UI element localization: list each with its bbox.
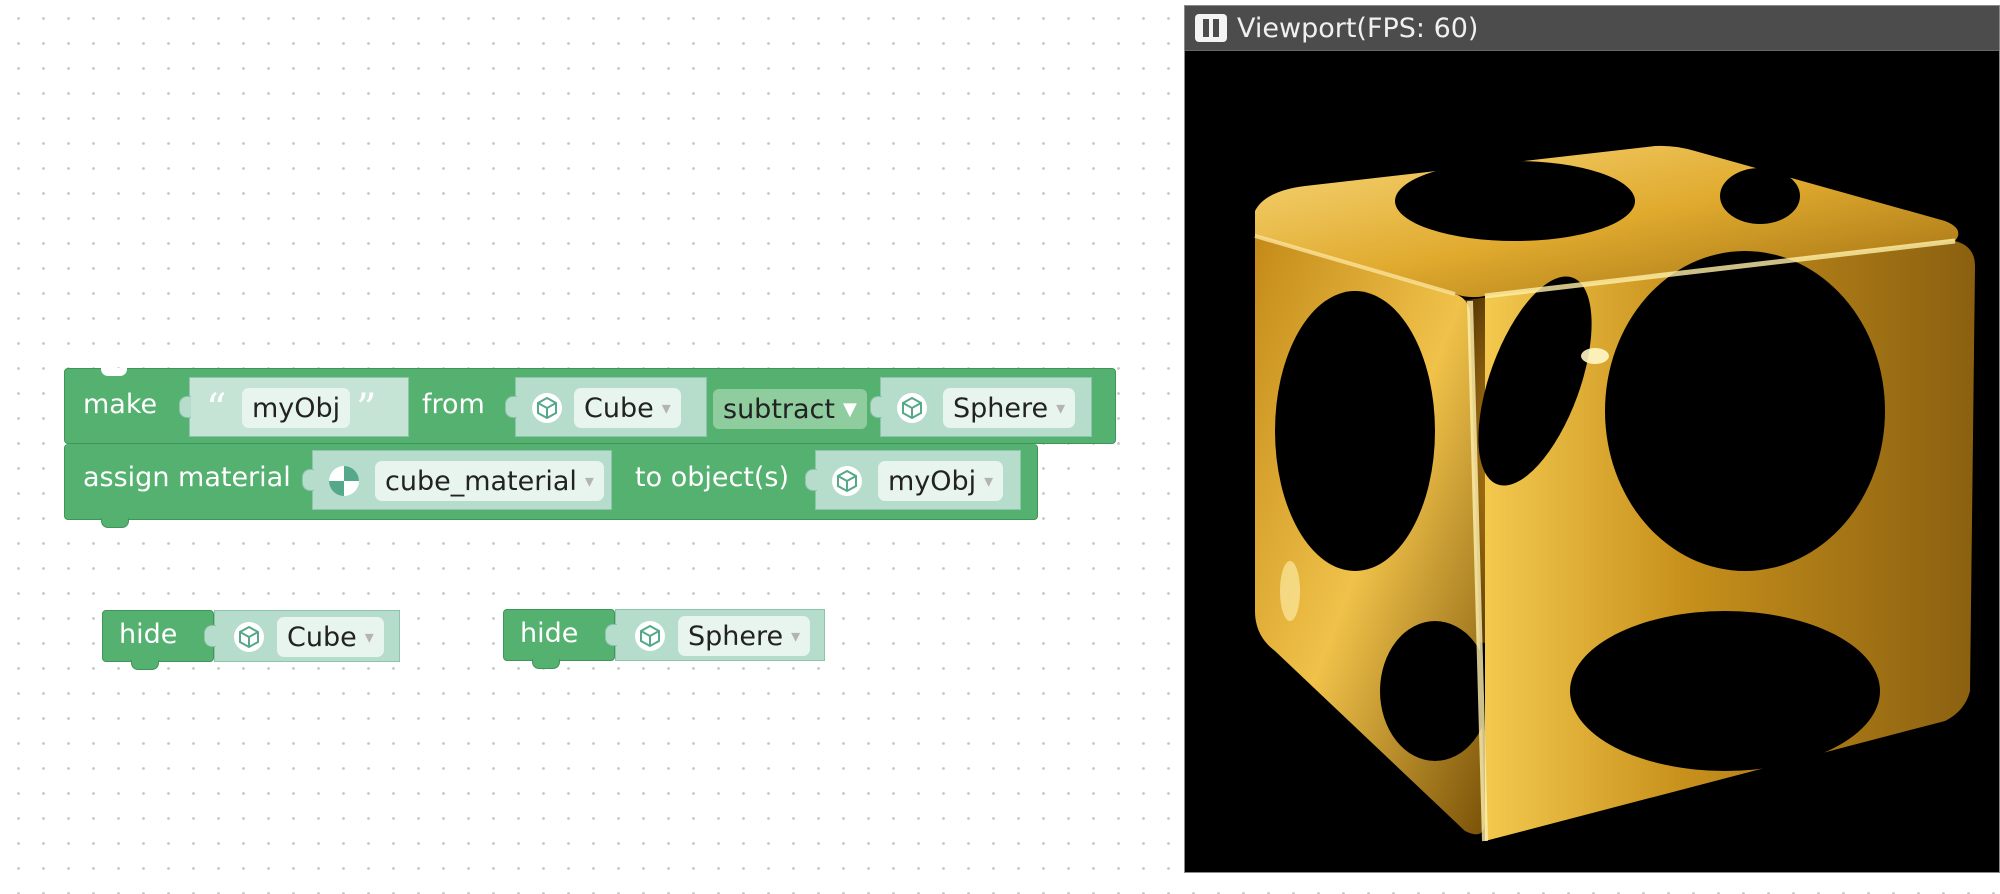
hide-cube-dropdown[interactable]: Cube ▾ — [277, 617, 384, 657]
hide-sphere-block[interactable]: hide — [503, 609, 615, 669]
cube-icon — [831, 465, 863, 497]
operation-dropdown[interactable]: subtract ▼ — [713, 389, 867, 429]
target-object-dropdown[interactable]: myObj ▾ — [878, 461, 1004, 501]
chevron-down-icon: ▼ — [842, 398, 857, 420]
name-socket[interactable]: “ myObj ” — [179, 377, 409, 437]
chevron-down-icon: ▾ — [791, 625, 801, 647]
hide-cube-block[interactable]: hide — [102, 610, 214, 670]
from-label: from — [422, 389, 485, 420]
object-name-field[interactable]: myObj — [242, 388, 351, 428]
material-dropdown[interactable]: cube_material ▾ — [375, 461, 604, 501]
first-object-dropdown[interactable]: Cube ▾ — [574, 388, 681, 428]
make-label: make — [83, 389, 158, 420]
hide-cube-object-socket[interactable]: Cube ▾ — [204, 610, 400, 662]
viewport-titlebar: Viewport(FPS: 60) — [1185, 6, 1999, 51]
block-connector — [131, 660, 159, 670]
target-object-socket[interactable]: myObj ▾ — [805, 450, 1021, 510]
material-socket[interactable]: cube_material ▾ — [302, 450, 612, 510]
cube-icon — [233, 621, 265, 653]
hide-sphere-dropdown[interactable]: Sphere ▾ — [678, 616, 811, 656]
to-objects-label: to object(s) — [635, 462, 790, 493]
cube-icon — [896, 392, 928, 424]
block-connector — [532, 659, 560, 669]
assign-material-label: assign material — [83, 462, 291, 493]
open-quote-icon: “ — [206, 386, 227, 432]
chevron-down-icon: ▾ — [984, 470, 994, 492]
first-object-socket[interactable]: Cube ▾ — [505, 377, 707, 437]
second-object-socket[interactable]: Sphere ▾ — [870, 377, 1092, 437]
hide-label: hide — [119, 619, 178, 650]
cube-icon — [531, 392, 563, 424]
viewport-title: Viewport(FPS: 60) — [1237, 12, 1479, 44]
chevron-down-icon: ▾ — [1056, 397, 1066, 419]
viewport-panel[interactable]: Viewport(FPS: 60) — [1184, 5, 2000, 873]
chevron-down-icon: ▾ — [364, 626, 374, 648]
cube-icon — [634, 620, 666, 652]
material-ball-icon — [329, 466, 359, 496]
second-object-dropdown[interactable]: Sphere ▾ — [943, 388, 1076, 428]
assign-material-block[interactable]: assign material cube_material ▾ to objec… — [64, 444, 1038, 528]
hide-label: hide — [520, 618, 579, 649]
close-quote-icon: ” — [356, 386, 377, 432]
pause-icon[interactable] — [1195, 14, 1227, 42]
make-block[interactable]: make “ myObj ” from Cube ▾ subtract ▼ Sp… — [64, 368, 1116, 444]
block-connector — [101, 518, 129, 528]
chevron-down-icon: ▾ — [661, 397, 671, 419]
viewport-scene[interactable] — [1185, 51, 1999, 872]
chevron-down-icon: ▾ — [584, 470, 594, 492]
hide-sphere-object-socket[interactable]: Sphere ▾ — [605, 609, 825, 661]
